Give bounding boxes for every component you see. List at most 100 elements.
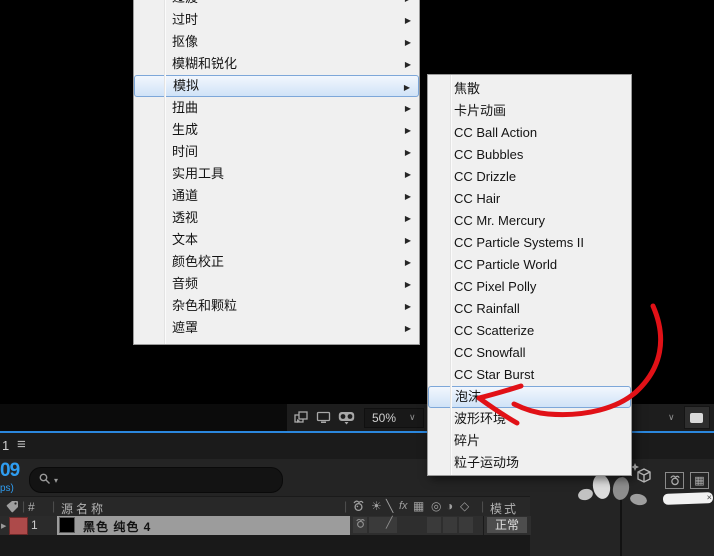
region-of-interest-button[interactable]	[683, 406, 710, 429]
submenu-item-cc-hair[interactable]: CC Hair	[428, 188, 631, 210]
panel-menu-icon[interactable]: ≡	[17, 436, 26, 453]
column-header-mode[interactable]: 模式	[490, 500, 518, 517]
quality-icon[interactable]: ╲	[386, 499, 393, 514]
menu-item-noise-grain[interactable]: 杂色和颗粒 ▶	[134, 295, 419, 317]
layer-row-left: ▶ 1	[0, 516, 57, 535]
whiteout-annotation: ×	[662, 492, 714, 505]
scribble-mark: ×	[706, 492, 713, 503]
submenu-item-cc-ball-action[interactable]: CC Ball Action	[428, 122, 631, 144]
magnification-dropdown[interactable]: 50% ∨	[364, 407, 424, 428]
main-viewer-icon[interactable]	[316, 411, 331, 424]
submenu-item-cc-scatterize[interactable]: CC Scatterize	[428, 320, 631, 342]
column-header-source-name[interactable]: 源名称	[61, 500, 106, 517]
always-preview-icon[interactable]	[294, 411, 309, 424]
submenu-arrow-icon: ▶	[404, 38, 411, 47]
solid-thumbnail	[59, 517, 75, 533]
submenu-item-cc-particle-world[interactable]: CC Particle World	[428, 254, 631, 276]
collapse-toggle[interactable]	[369, 517, 383, 533]
submenu-item-cc-pixel-polly[interactable]: CC Pixel Polly	[428, 276, 631, 298]
label-column-icon[interactable]	[6, 500, 19, 513]
submenu-item-wave-world[interactable]: 波形环境	[428, 408, 631, 430]
collapse-transformations-icon[interactable]: ☀	[371, 499, 382, 514]
expand-layer-arrow-icon[interactable]: ▶	[1, 522, 6, 530]
layer-switches: ╱	[350, 516, 483, 535]
menu-item-audio[interactable]: 音频 ▶	[134, 273, 419, 295]
submenu-item-cc-drizzle[interactable]: CC Drizzle	[428, 166, 631, 188]
menu-item-color-correction[interactable]: 颜色校正 ▶	[134, 251, 419, 273]
frame-blend-icon[interactable]: ▦	[413, 499, 424, 514]
submenu-item-caustics[interactable]: 焦散	[428, 78, 631, 100]
submenu-item-particle-playground[interactable]: 粒子运动场	[428, 452, 631, 474]
comp-toolbar-left-group: 50% ∨	[287, 404, 428, 431]
motion-blur-toggle[interactable]	[427, 517, 441, 533]
search-options-caret-icon: ▾	[54, 476, 59, 485]
menu-item-utility[interactable]: 实用工具 ▶	[134, 163, 419, 185]
3d-toggle[interactable]	[459, 517, 473, 533]
timeline-column-headers: | # | 源名称 | ☀ ╲ fx ▦ ◎ ◑ ◇ | 模式	[0, 496, 530, 517]
submenu-item-cc-rainfall[interactable]: CC Rainfall	[428, 298, 631, 320]
submenu-arrow-icon: ▶	[404, 60, 411, 69]
column-divider[interactable]: |	[22, 499, 25, 513]
motion-blur-icon[interactable]: ◎	[431, 499, 441, 514]
submenu-arrow-icon: ▶	[404, 302, 411, 311]
adjustment-layer-icon[interactable]: ◑	[446, 499, 453, 514]
submenu-arrow-icon: ▶	[404, 214, 411, 223]
submenu-item-shatter[interactable]: 碎片	[428, 430, 631, 452]
submenu-arrow-icon: ▶	[404, 16, 411, 25]
frame-blend-toggle-button[interactable]: ▦	[690, 472, 709, 489]
menu-item-blur-sharpen[interactable]: 模糊和锐化 ▶	[134, 53, 419, 75]
submenu-item-cc-star-burst[interactable]: CC Star Burst	[428, 364, 631, 386]
frame-rate-label: ps)	[0, 483, 14, 494]
column-divider[interactable]: |	[344, 499, 347, 513]
menu-item-text[interactable]: 文本 ▶	[134, 229, 419, 251]
submenu-item-card-dance[interactable]: 卡片动画	[428, 100, 631, 122]
submenu-arrow-icon: ▶	[404, 324, 411, 333]
shy-icon	[355, 517, 366, 533]
3d-layer-icon[interactable]: ◇	[460, 499, 469, 514]
menu-item-matte[interactable]: 遮罩 ▶	[134, 317, 419, 339]
submenu-arrow-icon: ▶	[404, 258, 411, 267]
column-divider[interactable]: |	[52, 499, 55, 513]
menu-item-simulation[interactable]: 模拟 ▶	[134, 75, 419, 97]
column-divider[interactable]: |	[481, 499, 484, 513]
menu-item-time[interactable]: 时间 ▶	[134, 141, 419, 163]
menu-item-generate[interactable]: 生成 ▶	[134, 119, 419, 141]
column-header-number[interactable]: #	[28, 500, 35, 514]
menu-item-distort[interactable]: 扭曲 ▶	[134, 97, 419, 119]
simulation-submenu: 焦散 卡片动画 CC Ball Action CC Bubbles CC Dri…	[427, 74, 632, 476]
menu-item-transition[interactable]: 过渡▶	[134, 0, 419, 9]
shy-icon[interactable]	[352, 499, 365, 517]
shy-toggle-button[interactable]	[665, 472, 684, 489]
menu-item-obsolete[interactable]: 过时 ▶	[134, 9, 419, 31]
submenu-arrow-icon: ▶	[404, 104, 411, 113]
submenu-item-cc-particle-systems-ii[interactable]: CC Particle Systems II	[428, 232, 631, 254]
submenu-arrow-icon: ▶	[404, 148, 411, 157]
submenu-item-foam[interactable]: 泡沫	[428, 386, 631, 408]
layer-row: ▶ 1 黑色 纯色 4 ╱ 正常	[0, 516, 531, 535]
submenu-item-cc-mr-mercury[interactable]: CC Mr. Mercury	[428, 210, 631, 232]
layer-name-cell[interactable]: 黑色 纯色 4	[57, 516, 350, 535]
adjustment-toggle[interactable]	[443, 517, 457, 533]
submenu-item-cc-bubbles[interactable]: CC Bubbles	[428, 144, 631, 166]
after-effects-window: 50% ∨ 整 ∨ 1 ≡ 09 ps) ▾	[0, 0, 714, 556]
zoom-level-value: 50%	[372, 410, 397, 425]
layer-index: 1	[31, 518, 38, 532]
submenu-arrow-icon: ▶	[405, 0, 411, 3]
menu-item-channel[interactable]: 通道 ▶	[134, 185, 419, 207]
layer-mode-cell: 正常	[483, 516, 531, 535]
timeline-search-input[interactable]: ▾	[29, 467, 283, 493]
effects-fx-icon[interactable]: fx	[399, 499, 408, 514]
timeline-tab[interactable]: 1	[2, 438, 9, 453]
menu-item-keying[interactable]: 抠像 ▶	[134, 31, 419, 53]
layer-label-color-swatch[interactable]	[9, 517, 28, 535]
chevron-down-icon: ∨	[668, 412, 675, 422]
menu-item-perspective[interactable]: 透视 ▶	[134, 207, 419, 229]
submenu-arrow-icon: ▶	[404, 126, 411, 135]
chevron-down-icon: ∨	[409, 412, 416, 422]
layer-name[interactable]: 黑色 纯色 4	[83, 518, 151, 535]
submenu-arrow-icon: ▶	[404, 236, 411, 245]
blend-mode-dropdown[interactable]: 正常	[487, 517, 527, 533]
submenu-item-cc-snowfall[interactable]: CC Snowfall	[428, 342, 631, 364]
current-timecode[interactable]: 09	[0, 460, 20, 482]
3d-glasses-icon[interactable]	[338, 411, 355, 425]
